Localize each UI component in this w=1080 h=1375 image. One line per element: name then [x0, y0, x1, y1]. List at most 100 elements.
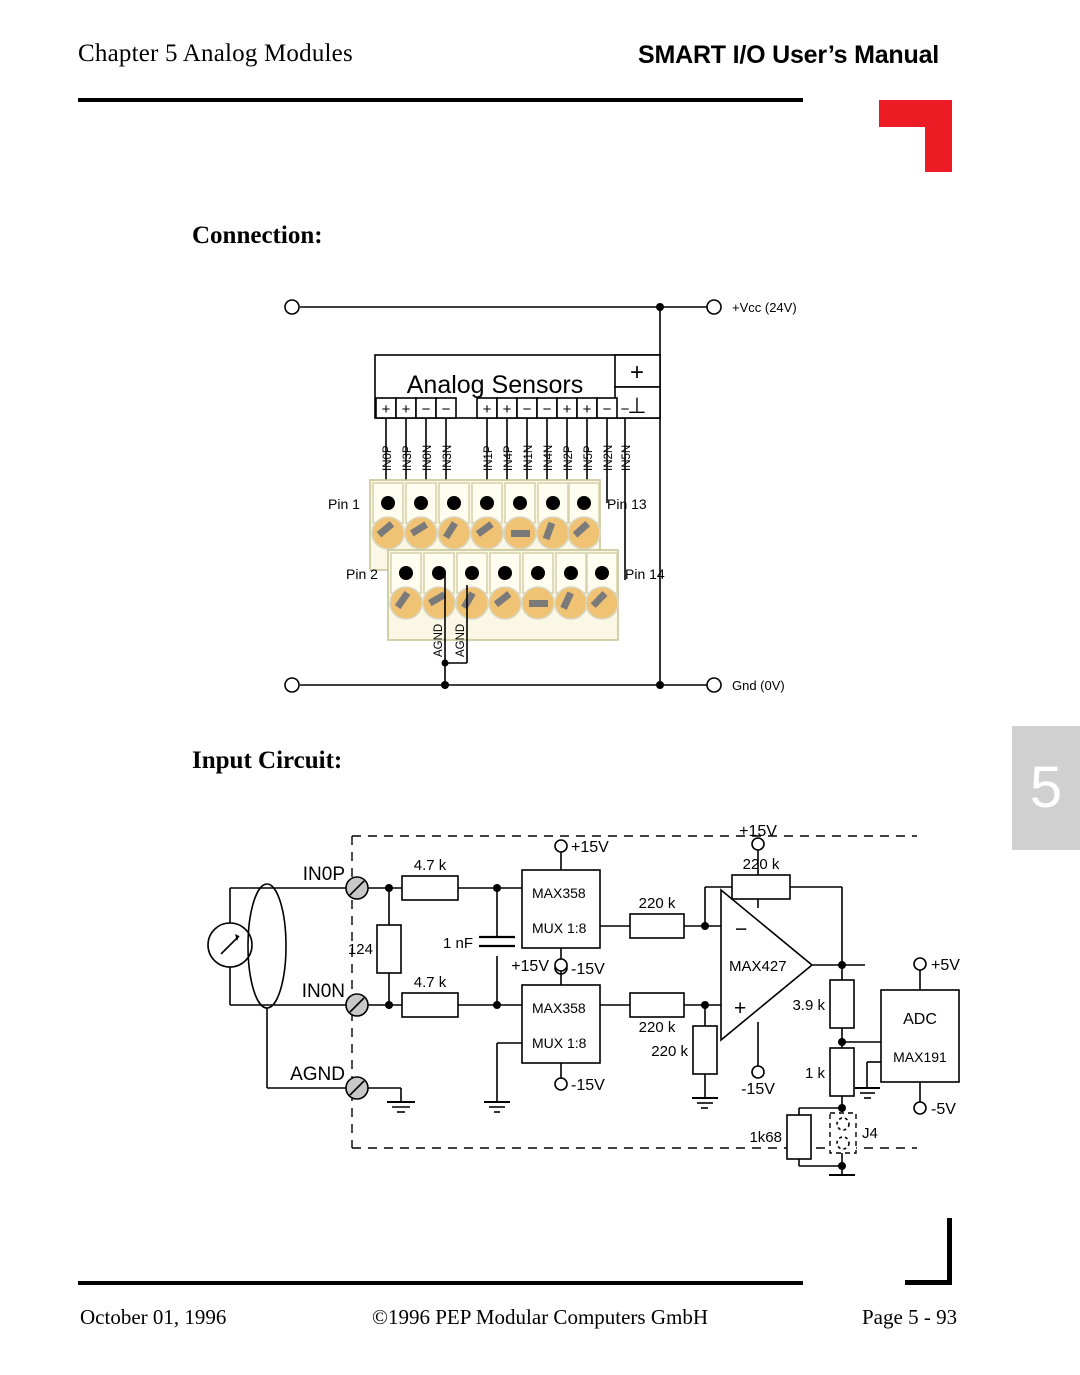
label-supply-adc-neg: -5V — [931, 1101, 956, 1118]
polarity-a0: + — [382, 401, 391, 418]
screw-pin14 — [585, 586, 619, 620]
pin-label-top-right: Pin 13 — [607, 496, 647, 512]
resistor-47k-n-body — [401, 992, 459, 1018]
label-supply-mux-top-neg: -15V — [571, 961, 605, 978]
polarity-b6: − — [603, 401, 612, 418]
label-r-220k-feedback: 220 k — [743, 856, 780, 873]
resistor-220k-plus-body — [629, 992, 685, 1018]
resistor-220k-minus-body — [629, 913, 685, 939]
label-sensor-power-gnd: ⊥ — [627, 393, 646, 418]
signal-label-in1n: IN1N — [523, 445, 535, 471]
polarity-b4: + — [563, 401, 572, 418]
polarity-b1: + — [503, 401, 512, 418]
contact-dot-pin11 — [546, 496, 560, 510]
label-c-1nf: 1 nF — [443, 935, 473, 952]
footer-page-number: Page 5 - 93 — [862, 1305, 958, 1329]
input-terminal-agnd — [345, 1076, 369, 1100]
mux-bot-vneg-terminal-icon — [554, 1077, 568, 1091]
input-terminal-in0p — [345, 876, 369, 900]
label-r-220k-plus: 220 k — [639, 1019, 676, 1036]
label-opamp-part: MAX427 — [729, 958, 787, 975]
polarity-a2: − — [422, 401, 431, 418]
polarity-b3: − — [543, 401, 552, 418]
heading-connection: Connection: — [192, 222, 323, 249]
footer-corner-mark-icon — [905, 1218, 952, 1285]
mux-top-body — [521, 869, 601, 949]
contact-dot-pin2 — [399, 566, 413, 580]
signal-label-in5p: IN5P — [583, 445, 595, 471]
label-mux-bottom-part: MAX358 — [532, 1000, 586, 1016]
pin-label-bottom-right: Pin 14 — [625, 566, 665, 582]
header-corner-mark-icon — [879, 100, 952, 172]
label-analog-sensors: Analog Sensors — [407, 371, 584, 399]
label-adc-part: MAX191 — [893, 1049, 947, 1065]
contact-dot-pin4 — [432, 566, 446, 580]
label-r-220k-gnd: 220 k — [651, 1043, 688, 1060]
screw-pin13 — [567, 516, 601, 550]
label-r-1k68: 1k68 — [749, 1129, 782, 1146]
label-supply-mux-bottom-pos: +15V — [511, 958, 549, 975]
corner-mark-vertical-bar — [925, 100, 952, 172]
contact-dot-pin7 — [480, 496, 494, 510]
signal-label-in4p: IN4P — [503, 445, 515, 471]
heading-input-circuit: Input Circuit: — [192, 747, 343, 774]
screw-pin12 — [554, 586, 588, 620]
node-dot-j4-bottom — [838, 1162, 846, 1170]
contact-dot-pin5 — [447, 496, 461, 510]
label-r-1k: 1 k — [805, 1065, 826, 1082]
adc-body — [880, 989, 960, 1083]
mux-bottom-body — [521, 984, 601, 1064]
signal-label-in0p: IN0P — [382, 445, 394, 471]
contact-dot-pin10 — [531, 566, 545, 580]
footer-copyright: ©1996 PEP Modular Computers GmbH — [372, 1305, 709, 1329]
label-in0n: IN0N — [302, 981, 345, 1002]
label-sensor-power-plus: + — [630, 359, 644, 386]
chapter-thumb-tab: 5 — [1012, 726, 1080, 850]
contact-dot-pin3 — [414, 496, 428, 510]
signal-label-in0n: IN0N — [422, 445, 434, 471]
screw-pin2 — [389, 586, 423, 620]
gnd-rail-left-terminal-icon — [284, 677, 300, 693]
input-circuit-svg: IN0P IN0N AGND 124 4.7 k 4.7 k 220 k 220… — [207, 823, 960, 1176]
polarity-a1: + — [402, 401, 411, 418]
screw-pin4 — [422, 586, 456, 620]
contact-dot-pin8 — [498, 566, 512, 580]
signal-label-in5n: IN5N — [621, 445, 633, 471]
signal-label-in2n: IN2N — [603, 445, 615, 471]
label-supply-opamp-pos: +15V — [739, 823, 777, 840]
signal-label-in3n: IN3N — [442, 445, 454, 471]
mux-bot-vpos-terminal-icon — [554, 958, 568, 972]
resistor-220k-gnd-body — [692, 1025, 718, 1075]
pin-label-bottom-left: Pin 2 — [346, 566, 378, 582]
screw-pin10 — [521, 586, 555, 620]
label-supply-opamp-neg: -15V — [741, 1081, 775, 1098]
agnd-label-right: AGND — [455, 624, 467, 657]
footer-corner-horizontal-bar — [905, 1280, 952, 1285]
polarity-b2: − — [523, 401, 532, 418]
screw-pin8 — [488, 586, 522, 620]
resistor-1k68-body — [786, 1114, 812, 1160]
pin-label-top-left: Pin 1 — [328, 496, 360, 512]
screw-pin9 — [503, 516, 537, 550]
contact-dot-pin13 — [577, 496, 591, 510]
header-divider-rule — [78, 98, 803, 102]
contact-dot-pin9 — [513, 496, 527, 510]
jumper-j4-outline — [829, 1112, 857, 1154]
adc-vneg-terminal-icon — [913, 1101, 927, 1115]
resistor-124-body — [376, 924, 402, 974]
resistor-1k-body — [829, 1047, 855, 1097]
label-r-124: 124 — [348, 941, 373, 958]
signal-label-in3p: IN3P — [402, 445, 414, 471]
agnd-link-dot — [441, 659, 449, 667]
resistor-47k-p-body — [401, 875, 459, 901]
signal-label-in4n: IN4N — [543, 445, 555, 471]
label-r-220k-minus: 220 k — [639, 895, 676, 912]
label-gnd: Gnd (0V) — [732, 678, 785, 693]
signal-label-in2p: IN2P — [563, 445, 575, 471]
meter-needle — [220, 935, 240, 955]
footer-date: October 01, 1996 — [80, 1305, 227, 1329]
connection-diagram-figure: +Vcc (24V) Gnd (0V) Analog Sensors + ⊥ +… — [270, 285, 830, 705]
contact-dot-pin12 — [564, 566, 578, 580]
screw-pin3 — [404, 516, 438, 550]
input-terminal-in0n — [345, 993, 369, 1017]
